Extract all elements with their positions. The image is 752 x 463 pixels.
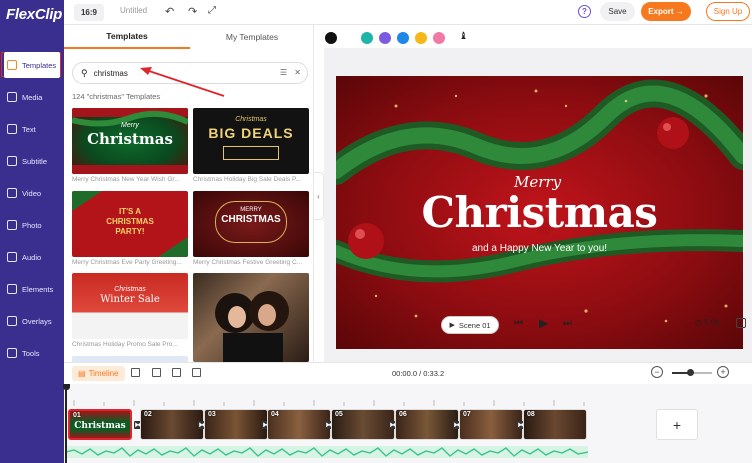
template-thumbnail[interactable]: Christmas Winter Sale: [72, 273, 188, 339]
zoom-slider[interactable]: [672, 369, 712, 376]
expand-icon[interactable]: [736, 318, 746, 328]
sign-up-button[interactable]: Sign Up: [706, 2, 750, 21]
clear-icon[interactable]: ✕: [294, 68, 301, 77]
canvas-area: Merry Christmas and a Happy New Year to …: [324, 48, 752, 362]
timeline-time: 00:00.0 / 0:33.2: [392, 369, 445, 378]
export-button[interactable]: Export →: [641, 2, 691, 21]
scene-selector[interactable]: ▶ Scene 01: [441, 316, 499, 334]
color-swatch-blue[interactable]: [397, 32, 409, 44]
scene-clip-02[interactable]: 02: [140, 409, 204, 440]
zoom-in-icon[interactable]: +: [717, 366, 729, 378]
filter-icon[interactable]: ☰: [280, 68, 287, 77]
color-swatch-purple[interactable]: [379, 32, 391, 44]
project-title[interactable]: Untitled: [120, 6, 147, 15]
fullscreen-icon[interactable]: ⤢: [208, 5, 216, 16]
layers-icon: [7, 60, 17, 70]
duplicate-icon[interactable]: [172, 368, 181, 377]
scene-clip-05[interactable]: 05: [331, 409, 395, 440]
tab-templates[interactable]: Templates: [64, 25, 190, 49]
sidebar: FlexClip Templates Media Text Subtitle V…: [0, 0, 64, 463]
subtitle-icon: [7, 156, 17, 166]
canvas-subtitle-text[interactable]: and a Happy New Year to you!: [336, 243, 743, 254]
timeline-toolbar: ▤ Timeline 00:00.0 / 0:33.2 − +: [64, 362, 752, 384]
scene-clip-07[interactable]: 07: [459, 409, 523, 440]
timeline-tracks: 01 Christmas ⧓ 02 ⧓ 03 ⧓ 04 ⧓ 05 ⧓ 06 ⧓ …: [63, 384, 752, 463]
timeline-ruler: [73, 400, 585, 406]
overlays-icon: [7, 316, 17, 326]
search-icon: ⚲: [81, 67, 88, 78]
color-swatch-black[interactable]: [325, 32, 337, 44]
sidebar-item-text[interactable]: Text: [4, 116, 60, 142]
template-thumbnail[interactable]: [193, 273, 309, 362]
duration[interactable]: ◷ 5.0s: [695, 318, 719, 327]
template-thumbnail[interactable]: MERRY CHRISTMAS: [193, 191, 309, 257]
previous-icon[interactable]: ⏮: [514, 318, 523, 329]
scene-clip-01[interactable]: 01 Christmas: [68, 409, 132, 440]
sidebar-item-elements[interactable]: Elements: [4, 276, 60, 302]
sidebar-item-photo[interactable]: Photo: [4, 212, 60, 238]
timeline-toggle[interactable]: ▤ Timeline: [72, 366, 125, 381]
template-thumbnail[interactable]: IT'S A CHRISTMAS PARTY!: [72, 191, 188, 257]
template-thumbnail[interactable]: Christmas BIG DEALS: [193, 108, 309, 174]
next-icon[interactable]: ⏭: [563, 318, 572, 329]
aspect-ratio-button[interactable]: 16:9: [74, 4, 104, 21]
canvas-title-text[interactable]: Christmas: [336, 188, 743, 237]
sidebar-item-tools[interactable]: Tools: [4, 340, 60, 366]
text-icon: [7, 124, 17, 134]
playhead[interactable]: [63, 384, 70, 463]
sidebar-item-subtitle[interactable]: Subtitle: [4, 148, 60, 174]
video-icon: [7, 188, 17, 198]
clock-icon: ◷: [695, 318, 702, 327]
add-scene-button[interactable]: +: [656, 409, 698, 440]
tab-my-templates[interactable]: My Templates: [190, 25, 313, 49]
zoom-slider-knob[interactable]: [686, 369, 694, 376]
elements-icon: [7, 284, 17, 294]
save-button[interactable]: Save: [600, 2, 635, 21]
audio-track-waveform[interactable]: [66, 446, 588, 458]
photo-icon: [7, 220, 17, 230]
collapse-panel-button[interactable]: ‹: [314, 172, 324, 220]
scene-clip-08[interactable]: 08: [523, 409, 587, 440]
sidebar-item-audio[interactable]: Audio: [4, 244, 60, 270]
play-icon[interactable]: ▶: [539, 316, 548, 330]
split-icon[interactable]: [152, 368, 161, 377]
flexclip-logo[interactable]: FlexClip: [6, 6, 62, 23]
sidebar-item-media[interactable]: Media: [4, 84, 60, 110]
delete-icon[interactable]: [192, 368, 201, 377]
timeline-icon: ▤: [78, 369, 86, 378]
sidebar-item-video[interactable]: Video: [4, 180, 60, 206]
redo-icon[interactable]: ↷: [188, 5, 197, 18]
annotation-arrow: [140, 67, 225, 97]
color-swatch-teal[interactable]: [361, 32, 373, 44]
top-bar: 16:9 Untitled ↶ ↷ ⤢ ? Save Export → Sign…: [64, 0, 752, 25]
audio-icon: [7, 252, 17, 262]
scene-clip-06[interactable]: 06: [395, 409, 459, 440]
template-thumbnail[interactable]: Christmas Merry: [72, 108, 188, 174]
sidebar-item-templates[interactable]: Templates: [4, 52, 60, 78]
undo-icon[interactable]: ↶: [165, 5, 174, 18]
folder-icon: [7, 92, 17, 102]
paint-bucket-icon[interactable]: ♝: [459, 31, 468, 42]
tools-icon: [7, 348, 17, 358]
play-small-icon: ▶: [449, 322, 455, 329]
video-canvas[interactable]: Merry Christmas and a Happy New Year to …: [336, 76, 743, 349]
sidebar-item-overlays[interactable]: Overlays: [4, 308, 60, 334]
color-swatch-pink[interactable]: [433, 32, 445, 44]
help-icon[interactable]: ?: [578, 5, 591, 18]
scene-clip-04[interactable]: 04: [267, 409, 331, 440]
scene-clip-03[interactable]: 03: [204, 409, 268, 440]
color-swatch-yellow[interactable]: [415, 32, 427, 44]
zoom-out-icon[interactable]: −: [651, 366, 663, 378]
add-clip-icon[interactable]: [131, 368, 140, 377]
